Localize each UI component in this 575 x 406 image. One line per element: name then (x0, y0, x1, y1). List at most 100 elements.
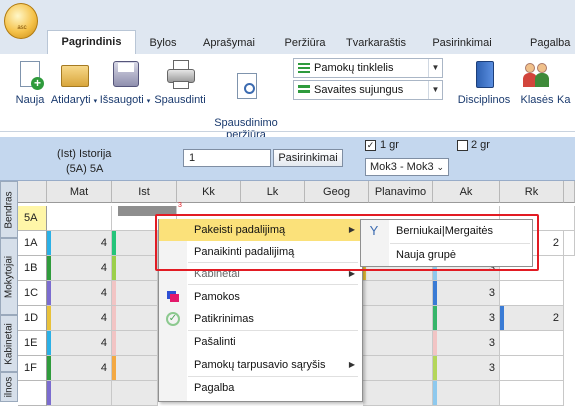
tab-pagalba[interactable]: Pagalba (510, 32, 572, 54)
column-header[interactable]: Kk (177, 181, 241, 203)
tab-tvarkarastis[interactable]: Tvarkaraštis (336, 32, 416, 54)
folder-icon (59, 59, 89, 91)
group2-checkbox[interactable] (457, 140, 468, 151)
side-tab-more[interactable]: ilnos (0, 372, 18, 402)
menu-item-lesson-relations[interactable]: Pamokų tarpusavio sąryšis ▶ (159, 354, 363, 376)
row-label[interactable]: 1C (18, 281, 47, 306)
row-label[interactable]: 1E (18, 331, 47, 356)
column-header[interactable]: Rk (500, 181, 564, 203)
grid-cell[interactable] (500, 281, 564, 306)
row-label[interactable]: 1D (18, 306, 47, 331)
grid-cell[interactable]: 3 (433, 331, 500, 356)
row-label[interactable]: 1F (18, 356, 47, 381)
tab-perziura[interactable]: Peržiūra (274, 32, 336, 54)
grid-cell[interactable] (363, 381, 433, 406)
grid-cell[interactable] (47, 206, 112, 231)
lesson-color-bar (112, 256, 116, 280)
row-label[interactable]: 1B (18, 256, 47, 281)
row-label[interactable]: 5A (18, 206, 47, 231)
side-tab-teachers[interactable]: Mokytojai (0, 238, 18, 315)
grid-cell[interactable] (500, 331, 564, 356)
teacher-select[interactable]: Mok3 - Mok3 ⌄ (365, 158, 449, 176)
lesson-color-bar (433, 281, 437, 305)
grid-cell[interactable] (363, 331, 433, 356)
submenu-item-new-group[interactable]: Nauja grupė (361, 244, 532, 266)
lesson-color-bar (500, 306, 504, 330)
grid-cell[interactable] (564, 231, 575, 256)
grid-cell[interactable]: 3 (433, 356, 500, 381)
class-label: (5A) 5A (66, 163, 104, 175)
grid-cell[interactable]: 4 (47, 281, 112, 306)
menu-item-check[interactable]: Patikrinimas (159, 308, 363, 330)
subjects-button[interactable]: Disciplinos (452, 59, 516, 106)
grid-cell[interactable]: 4 (47, 231, 112, 256)
column-header[interactable]: Mat (47, 181, 112, 203)
grid-cell[interactable] (47, 381, 112, 406)
grid-cell[interactable]: 4 (47, 356, 112, 381)
grid-cell[interactable] (363, 281, 433, 306)
subjects-button-label: Disciplinos (457, 94, 511, 106)
classrooms-button-label: Ka (557, 94, 571, 106)
check-icon: ✓ (166, 312, 180, 326)
print-button[interactable]: Spausdinti (151, 59, 209, 106)
grid-cell[interactable] (112, 306, 158, 331)
tab-pagrindinis[interactable]: Pagrindinis (47, 30, 136, 55)
grid-cell[interactable] (363, 306, 433, 331)
grid-cell[interactable] (363, 356, 433, 381)
menu-item-change-split[interactable]: Pakeisti padalijimą ▶ (159, 219, 363, 241)
menu-item-remove-split[interactable]: Panaikinti padalijimą (159, 241, 363, 263)
column-header[interactable]: Planavimo (369, 181, 433, 203)
grid-view-dropdown[interactable]: Pamokų tinklelis ▼ (293, 58, 443, 78)
classrooms-button[interactable]: Ka (557, 59, 575, 106)
group1-label: 1 gr (380, 139, 399, 151)
submenu-arrow-icon: ▶ (348, 269, 355, 278)
tab-aprasymai[interactable]: Aprašymai (194, 32, 264, 54)
submenu-item-boys-girls[interactable]: Berniukai|Mergaitės (361, 220, 532, 242)
side-tab-general[interactable]: Bendras (0, 181, 18, 238)
open-button[interactable]: Atidaryti ▾ (50, 59, 98, 106)
grid-cell[interactable]: 3 (433, 281, 500, 306)
grid-cell[interactable] (112, 356, 158, 381)
grid-cell[interactable]: 2 (500, 306, 564, 331)
menu-item-lessons[interactable]: Pamokos (159, 286, 363, 308)
submenu-arrow-icon: ▶ (348, 360, 355, 369)
chevron-down-icon: ▼ (428, 59, 442, 77)
save-button[interactable]: Išsaugoti ▾ (98, 59, 152, 106)
tab-pasirinkimai[interactable]: Pasirinkimai (418, 32, 506, 54)
column-header[interactable]: Lk (241, 181, 305, 203)
grid-cell[interactable] (112, 381, 158, 406)
lesson-color-bar (47, 381, 51, 405)
selected-lesson-bar[interactable] (118, 206, 176, 216)
grid-cell[interactable] (500, 356, 564, 381)
new-button[interactable]: + Nauja (12, 59, 48, 106)
grid-cell[interactable]: 4 (47, 306, 112, 331)
tab-bylos[interactable]: Bylos (138, 32, 188, 54)
grid-cell[interactable] (112, 331, 158, 356)
lesson-count-input[interactable]: 1 (183, 149, 271, 167)
side-tab-classrooms[interactable]: Kabinetai (0, 315, 18, 372)
grid-cell[interactable]: 3 (433, 306, 500, 331)
menu-item-help[interactable]: Pagalba (159, 377, 363, 399)
group1-checkbox[interactable]: ✓ (365, 140, 376, 151)
grid-cell[interactable] (112, 231, 158, 256)
grid-cell[interactable] (433, 381, 500, 406)
row-label[interactable] (18, 381, 47, 406)
print-preview-icon (231, 71, 261, 103)
lesson-color-bar (112, 331, 116, 355)
grid-cell[interactable] (112, 281, 158, 306)
column-header[interactable]: Ist (112, 181, 177, 203)
menu-item-classrooms[interactable]: Kabinetai ▶ (159, 263, 363, 285)
grid-cell[interactable] (112, 256, 158, 281)
grid-cell[interactable] (500, 381, 564, 406)
row-label[interactable]: 1A (18, 231, 47, 256)
classes-button[interactable]: Klasės (517, 59, 557, 106)
week-merge-dropdown[interactable]: Savaites sujungus ▼ (293, 80, 443, 100)
column-header[interactable]: Geog (305, 181, 369, 203)
grid-cell[interactable]: 4 (47, 331, 112, 356)
grid-cell[interactable]: 4 (47, 256, 112, 281)
column-header[interactable]: Ak (433, 181, 500, 203)
column-header-extra (564, 181, 575, 203)
app-menu-bell-icon[interactable]: asc (4, 3, 38, 39)
menu-item-delete[interactable]: Pašalinti (159, 331, 363, 353)
options-button[interactable]: Pasirinkimai (273, 149, 343, 167)
